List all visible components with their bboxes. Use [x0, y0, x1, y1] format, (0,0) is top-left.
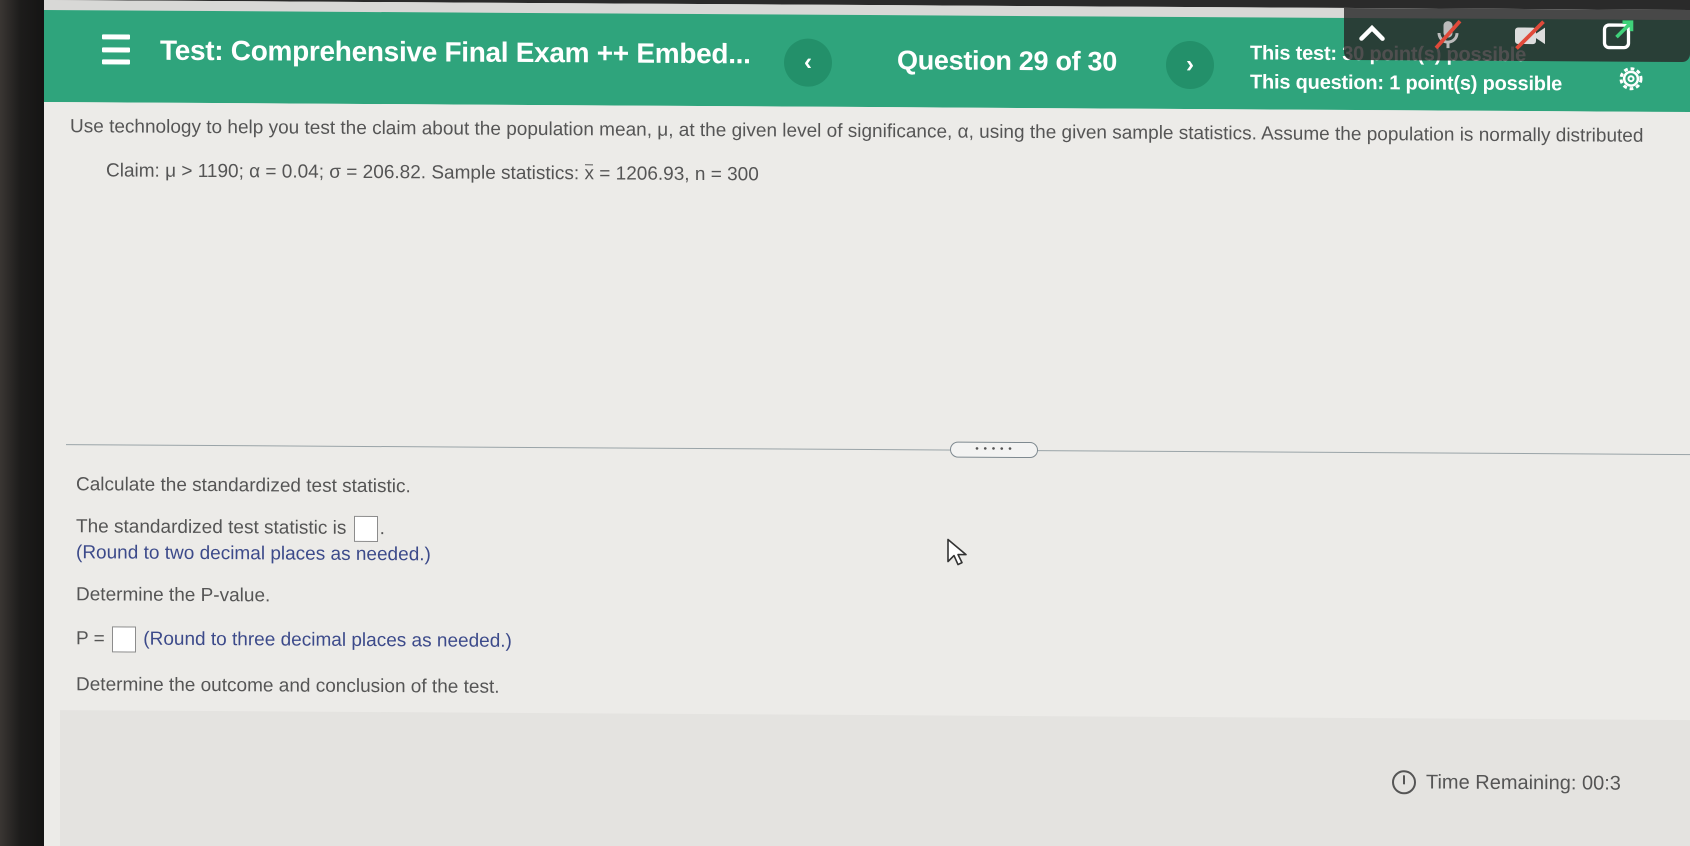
question-counter: Question 29 of 30: [897, 45, 1117, 77]
camera-off-icon[interactable]: [1512, 17, 1548, 53]
hamburger-menu-icon[interactable]: [102, 34, 130, 65]
problem-claim: Claim: μ > 1190; α = 0.04; σ = 206.82. S…: [106, 160, 759, 186]
test-statistic-input[interactable]: [353, 515, 378, 543]
p-value-input[interactable]: [112, 626, 136, 653]
q1-answer-line: The standardized test statistic is .: [76, 514, 385, 543]
claim-prefix: Claim: μ > 1190; α = 0.04; σ = 206.82. S…: [106, 160, 585, 185]
time-remaining-text: Time Remaining: 00:3: [1426, 770, 1621, 795]
pane-resize-handle[interactable]: • • • • •: [950, 441, 1038, 459]
time-remaining: Time Remaining: 00:3: [1392, 770, 1621, 795]
q1-prompt: Calculate the standardized test statisti…: [76, 474, 411, 498]
next-question-button[interactable]: ›: [1166, 40, 1214, 90]
q1-label: The standardized test statistic is: [76, 516, 347, 539]
q2-label: P =: [76, 628, 105, 650]
question-content: Use technology to help you test the clai…: [44, 102, 1690, 846]
question-points: This question: 1 point(s) possible: [1250, 71, 1563, 96]
microphone-off-icon[interactable]: [1430, 16, 1466, 52]
clock-icon: [1392, 770, 1416, 795]
problem-instructions: Use technology to help you test the clai…: [70, 116, 1644, 147]
previous-question-button[interactable]: ‹: [784, 38, 832, 87]
claim-suffix: = 1206.93, n = 300: [593, 163, 759, 186]
pane-divider: [66, 444, 1690, 456]
q2-hint: (Round to three decimal places as needed…: [143, 628, 512, 652]
q3-prompt: Determine the outcome and conclusion of …: [76, 674, 500, 698]
screen-share-toolbar: [1344, 7, 1690, 63]
q1-hint: (Round to two decimal places as needed.): [76, 542, 431, 566]
share-screen-icon[interactable]: [1600, 18, 1636, 54]
test-title: Test: Comprehensive Final Exam ++ Embed.…: [160, 34, 751, 70]
q2-prompt: Determine the P-value.: [76, 584, 271, 607]
mouse-cursor-icon: [947, 538, 967, 566]
chevron-up-icon[interactable]: [1354, 16, 1390, 52]
sample-mean-symbol: x: [584, 163, 594, 185]
gear-icon[interactable]: [1616, 64, 1646, 94]
q2-answer-line: P = (Round to three decimal places as ne…: [76, 626, 512, 655]
browser-screen: Test: Comprehensive Final Exam ++ Embed.…: [44, 0, 1690, 846]
